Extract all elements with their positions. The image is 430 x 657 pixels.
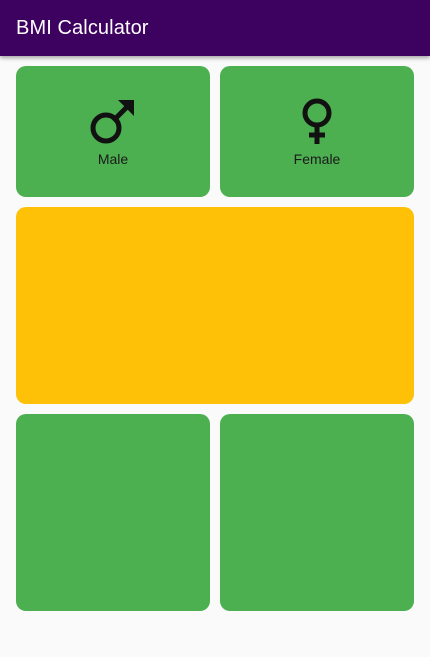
female-card[interactable]: Female [220, 66, 414, 197]
weight-card [16, 414, 210, 611]
age-card [220, 414, 414, 611]
male-symbol-icon [88, 97, 138, 147]
app-bar: BMI Calculator [0, 0, 430, 56]
female-card-content: Female [220, 66, 414, 197]
female-label: Female [293, 150, 341, 167]
height-card [16, 207, 414, 404]
male-card[interactable]: Male [16, 66, 210, 197]
male-label: Male [97, 150, 129, 167]
female-symbol-icon [292, 97, 342, 147]
app-title: BMI Calculator [16, 16, 149, 39]
male-card-content: Male [16, 66, 210, 197]
